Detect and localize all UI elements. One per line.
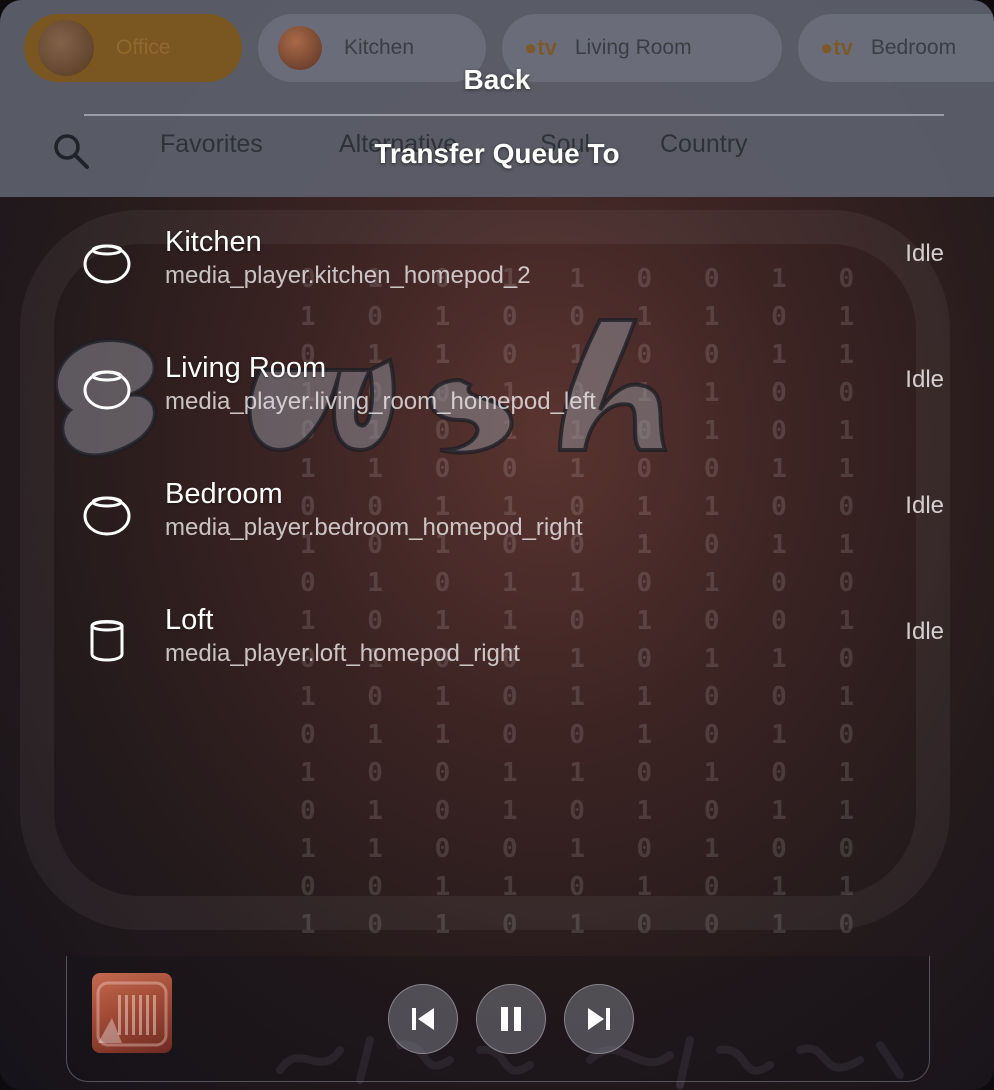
device-state: Idle bbox=[905, 618, 944, 645]
previous-track-button[interactable] bbox=[388, 984, 458, 1054]
device-row-loft[interactable]: Loft media_player.loft_homepod_right Idl… bbox=[0, 604, 994, 704]
device-entity-id: media_player.living_room_homepod_left bbox=[165, 388, 596, 415]
next-track-icon bbox=[588, 1008, 610, 1030]
back-button[interactable]: Back bbox=[0, 64, 994, 96]
apple-tv-badge: tv bbox=[537, 35, 557, 60]
player-chip-label: Bedroom bbox=[870, 36, 957, 59]
album-art-thumbnail[interactable] bbox=[92, 973, 172, 1053]
player-chip-label: Living Room bbox=[574, 36, 692, 59]
player-chip-label: Kitchen bbox=[344, 36, 415, 59]
device-name: Bedroom bbox=[165, 478, 283, 510]
homepod-mini-icon bbox=[83, 244, 131, 284]
header-divider bbox=[84, 114, 944, 116]
album-art-image bbox=[96, 981, 168, 1047]
apple-tv-badge: tv bbox=[833, 35, 853, 60]
homepod-icon bbox=[90, 620, 124, 662]
pause-icon bbox=[501, 1007, 521, 1031]
device-entity-id: media_player.bedroom_homepod_right bbox=[165, 514, 583, 541]
device-row-living-room[interactable]: Living Room media_player.living_room_hom… bbox=[0, 352, 994, 452]
media-player-card: 0 1 0 1 1 0 0 1 0 1 1 0 1 0 0 1 1 0 1 0 … bbox=[0, 0, 994, 1090]
device-name: Living Room bbox=[165, 352, 327, 384]
device-state: Idle bbox=[905, 366, 944, 393]
apple-tv-icon: ●tv bbox=[820, 35, 853, 60]
apple-tv-icon: ●tv bbox=[524, 35, 557, 60]
header-overlay: Office Kitchen ●tv Living Room ●tv Bedro… bbox=[0, 0, 994, 197]
next-track-button[interactable] bbox=[564, 984, 634, 1054]
device-entity-id: media_player.loft_homepod_right bbox=[165, 640, 520, 667]
device-name: Kitchen bbox=[165, 226, 262, 258]
pause-button[interactable] bbox=[476, 984, 546, 1054]
transfer-queue-title: Transfer Queue To bbox=[374, 138, 620, 169]
previous-track-icon bbox=[412, 1008, 434, 1030]
homepod-mini-icon bbox=[83, 370, 131, 410]
device-entity-id: media_player.kitchen_homepod_2 bbox=[165, 262, 531, 289]
device-row-bedroom[interactable]: Bedroom media_player.bedroom_homepod_rig… bbox=[0, 478, 994, 578]
device-row-kitchen[interactable]: Kitchen media_player.kitchen_homepod_2 I… bbox=[0, 226, 994, 326]
homepod-mini-icon bbox=[83, 496, 131, 536]
player-chip-label: Office bbox=[116, 36, 171, 59]
device-state: Idle bbox=[905, 240, 944, 267]
device-name: Loft bbox=[165, 604, 214, 636]
device-state: Idle bbox=[905, 492, 944, 519]
